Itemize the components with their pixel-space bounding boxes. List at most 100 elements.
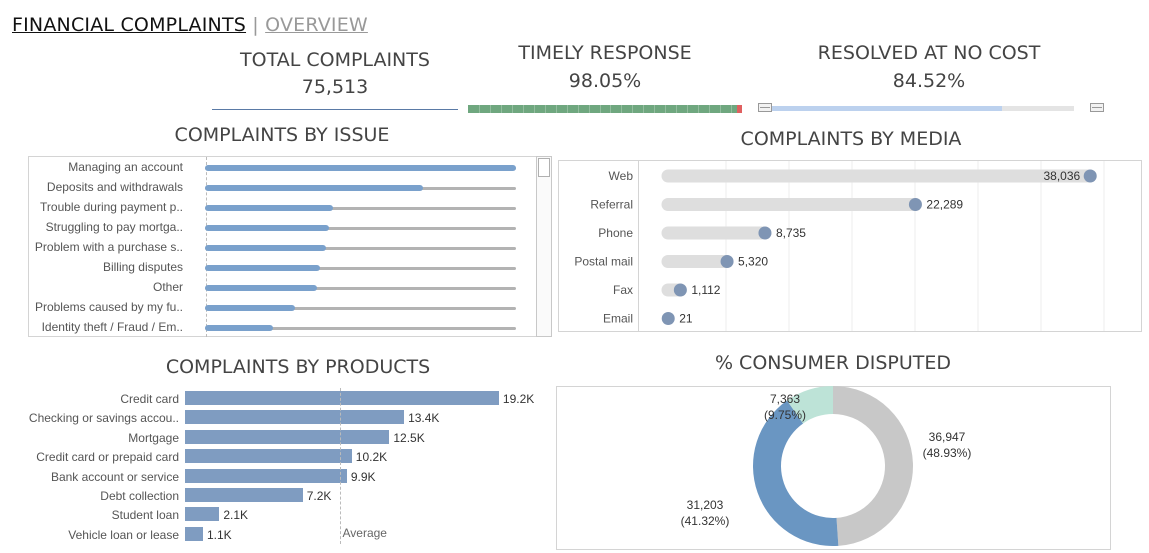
issue-label: Billing disputes (102, 260, 183, 274)
timely-bar-tick (610, 105, 612, 113)
media-dot (1083, 169, 1097, 183)
products-chart: Credit card 19.2K Checking or savings acco… (0, 388, 556, 548)
issue-bar (205, 205, 333, 211)
issue-scrollbar[interactable] (536, 156, 552, 337)
issue-label: Struggling to pay mortga.. (45, 220, 183, 234)
total-complaints-label: TOTAL COMPLAINTS (240, 49, 430, 71)
media-value: 5,320 (738, 255, 768, 269)
media-chart: Web 38,036 Referral 22,289 Phone 8,735 Postal … (574, 161, 1105, 331)
issue-bar (205, 305, 296, 311)
media-label: Postal mail (574, 255, 633, 269)
resolved-at-no-cost-value: 84.52% (892, 70, 966, 92)
issue-chart-title: COMPLAINTS BY ISSUE (174, 124, 390, 146)
product-value: 1.1K (206, 527, 232, 542)
product-bar (185, 449, 352, 464)
product-value: 2.1K (223, 508, 249, 523)
timely-bar-tick (676, 105, 678, 113)
product-label: Vehicle loan or lease (68, 527, 179, 542)
issue-bar (205, 225, 330, 231)
product-bar (185, 391, 499, 405)
issue-bar (205, 285, 317, 291)
resolved-range-handle-right[interactable] (1090, 103, 1104, 112)
average-reference-line (339, 388, 341, 544)
product-label: Student loan (111, 508, 179, 523)
timely-bar-tick (522, 105, 524, 113)
product-value: 10.2K (355, 450, 388, 465)
timely-bar-tick (665, 105, 667, 113)
donut-pct-label: (9.75%) (763, 408, 807, 422)
media-value: 8,735 (776, 226, 806, 240)
issue-label: Managing an account (68, 160, 183, 174)
resolved-bar (772, 106, 1074, 111)
product-bar (185, 526, 203, 541)
timely-bar-tick (687, 105, 689, 113)
timely-response-label: TIMELY RESPONSE (518, 42, 692, 64)
issue-label: Trouble during payment p.. (40, 200, 183, 214)
issue-bar (205, 265, 321, 271)
timely-bar-tick (709, 105, 711, 113)
total-complaints-value: 75,513 (301, 76, 369, 98)
product-value: 9.9K (350, 469, 376, 484)
donut-pct-label: (41.32%) (680, 514, 730, 528)
issue-label: Deposits and withdrawals (46, 180, 183, 194)
product-label: Debt collection (100, 489, 179, 503)
media-dot (758, 226, 772, 240)
issue-bar (205, 185, 423, 191)
timely-bar-tick (533, 105, 535, 113)
average-label: Average (342, 526, 387, 540)
media-dot (908, 198, 922, 211)
timely-bar-tick (731, 105, 733, 113)
donut-value-label: 36,947 (928, 430, 966, 444)
resolved-at-no-cost-label: RESOLVED AT NO COST (817, 42, 1041, 64)
product-bar (185, 429, 390, 444)
timely-bar-tick (544, 105, 546, 113)
donut-value-label: 31,203 (686, 498, 724, 512)
product-label: Credit card or prepaid card (36, 450, 179, 465)
issue-bar (205, 165, 516, 171)
timely-bar-tick (555, 105, 557, 113)
product-value: 12.5K (393, 430, 425, 445)
timely-bar-tick (643, 105, 645, 113)
total-complaints-underline (212, 109, 458, 110)
media-dot (673, 283, 687, 297)
timely-bar-tick (599, 105, 601, 113)
media-label: Referral (590, 198, 633, 212)
media-dot (720, 255, 734, 268)
donut-value-label: 7,363 (769, 392, 801, 406)
media-value: 21 (679, 312, 693, 326)
issue-label: Problems caused by my fu.. (34, 300, 183, 314)
timely-bar-tick (500, 105, 502, 113)
overview-link[interactable]: OVERVIEW (265, 14, 368, 36)
timely-bar-tick (654, 105, 656, 113)
product-bar (185, 410, 405, 425)
resolved-bar-fill (772, 106, 1002, 111)
issue-scrollbar-thumb[interactable] (538, 158, 550, 177)
product-label: Credit card (120, 392, 179, 406)
timely-bar-tick (489, 105, 491, 113)
product-value: 13.4K (408, 411, 440, 426)
disputed-chart-title: % CONSUMER DISPUTED (714, 352, 952, 374)
issue-label: Identity theft / Fraud / Em.. (41, 320, 183, 334)
disputed-labels: 36,947 (48.93%) 31,203 (41.32%) 7,363 (9.75%) (556, 386, 1111, 550)
products-chart-title: COMPLAINTS BY PRODUCTS (165, 356, 431, 378)
issue-label: Problem with a purchase s.. (34, 240, 183, 254)
product-bar (185, 468, 347, 483)
timely-bar-tick (478, 105, 480, 113)
media-value: 1,112 (691, 283, 720, 297)
timely-bar-tick (566, 105, 568, 113)
title-separator: | (246, 14, 266, 36)
dashboard-title: FINANCIAL COMPLAINTS (12, 14, 247, 36)
media-value: 22,289 (926, 198, 963, 212)
media-chart-title: COMPLAINTS BY MEDIA (740, 128, 962, 150)
product-label: Bank account or service (50, 469, 179, 484)
media-dot (661, 312, 675, 325)
timely-bar-tick (632, 105, 634, 113)
timely-bar-tick (511, 105, 513, 113)
timely-response-ticks (468, 105, 742, 113)
product-bar (185, 507, 220, 522)
issue-bar (205, 245, 327, 251)
product-label: Checking or savings accou.. (28, 411, 179, 426)
donut-pct-label: (48.93%) (922, 446, 972, 460)
resolved-range-handle-left[interactable] (758, 103, 772, 112)
timely-bar-tick (577, 105, 579, 113)
